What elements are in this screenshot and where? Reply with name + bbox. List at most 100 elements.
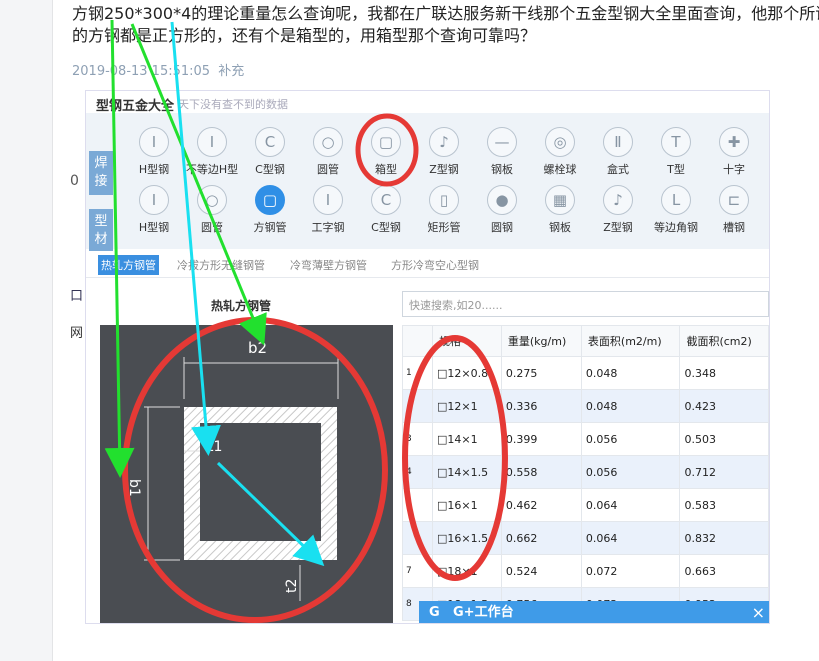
profile-tool-4[interactable]: C C型钢 [356, 185, 416, 235]
weld-tool-label: 十字 [723, 163, 745, 176]
section-diagram: b2 t1 t2 b1 [100, 325, 393, 623]
profile-tool-label: 等边角钢 [654, 221, 698, 234]
table-header-row: 规格 重量(kg/m) 表面积(m2/m) 截面积(cm2) [402, 325, 769, 357]
tab-cold-hollow[interactable]: 方形冷弯空心型钢 [391, 257, 479, 273]
cell-weight: 0.524 [500, 554, 582, 588]
profile-tool-0[interactable]: I H型钢 [124, 185, 184, 235]
profile-tool-7[interactable]: ▦ 钢板 [530, 185, 590, 235]
table-row[interactable]: 3 □14×1 0.399 0.056 0.503 [402, 422, 769, 456]
embedded-screenshot: 型钢五金大全 天下没有查不到的数据 焊接 型材 I H型钢 I 不等边H型 C C型钢 ○ 圆… [85, 90, 770, 624]
shape-icon: Ⅱ [603, 127, 633, 157]
weld-tool-2[interactable]: C C型钢 [240, 127, 300, 177]
supplement-link[interactable]: 补充 [218, 64, 244, 79]
weld-tool-3[interactable]: ○ 圆管 [298, 127, 358, 177]
table-row[interactable]: 5 □16×1 0.462 0.064 0.583 [402, 488, 769, 522]
shape-icon: ● [487, 185, 517, 215]
cell-surface: 0.056 [580, 455, 681, 489]
col-spec[interactable]: 规格 [432, 325, 502, 357]
app-subtitle: 天下没有查不到的数据 [178, 98, 288, 111]
profile-tool-label: H型钢 [138, 221, 170, 234]
cell-surface: 0.048 [580, 356, 681, 390]
profile-tool-8[interactable]: ♪ Z型钢 [588, 185, 648, 235]
category-weld[interactable]: 焊接 [89, 151, 113, 195]
cell-area: 0.712 [679, 455, 769, 489]
profile-tool-1[interactable]: ○ 圆管 [182, 185, 242, 235]
shape-icon: ◎ [545, 127, 575, 157]
profile-tool-2[interactable]: ▢ 方钢管 [240, 185, 300, 235]
weld-tool-10[interactable]: ✚ 十字 [704, 127, 764, 177]
cell-weight: 0.662 [500, 521, 582, 555]
profile-tool-9[interactable]: L 等边角钢 [646, 185, 706, 235]
close-icon[interactable]: × [752, 601, 765, 623]
profile-tool-6[interactable]: ● 圆钢 [472, 185, 532, 235]
profile-tool-label: 钢板 [549, 221, 571, 234]
app-title: 型钢五金大全 [96, 99, 175, 114]
col-area[interactable]: 截面积(cm2) [679, 325, 769, 357]
table-row[interactable]: 7 □18×1 0.524 0.072 0.663 [402, 554, 769, 588]
cell-area: 0.663 [679, 554, 769, 588]
shape-icon: ⊏ [719, 185, 749, 215]
category-profile[interactable]: 型材 [89, 209, 113, 253]
diagram-title: 热轧方钢管 [211, 299, 272, 313]
shape-toolbar: 焊接 型材 I H型钢 I 不等边H型 C C型钢 ○ 圆管 ▢ 箱型 ♪ Z型钢 — 钢板 ◎ 螺栓球 Ⅱ 盒式… [86, 113, 769, 253]
shape-icon: ✚ [719, 127, 749, 157]
weld-tool-7[interactable]: ◎ 螺栓球 [530, 127, 590, 177]
profile-tool-10[interactable]: ⊏ 槽钢 [704, 185, 764, 235]
table-row[interactable]: 1 □12×0.8 0.275 0.048 0.348 [402, 356, 769, 390]
weld-tool-8[interactable]: Ⅱ 盒式 [588, 127, 648, 177]
table-row[interactable]: □12×1 0.336 0.048 0.423 [402, 389, 769, 423]
cell-surface: 0.072 [580, 554, 681, 588]
cell-weight: 0.558 [500, 455, 582, 489]
cell-spec: □14×1.5 [432, 455, 502, 489]
weld-tool-9[interactable]: T T型 [646, 127, 706, 177]
cell-spec: □16×1.5 [432, 521, 502, 555]
tab-hot-rolled[interactable]: 热轧方钢管 [98, 255, 159, 275]
profile-tool-label: Z型钢 [603, 221, 633, 234]
profile-tool-label: 槽钢 [723, 221, 745, 234]
cell-weight: 0.275 [500, 356, 582, 390]
shape-icon: ○ [197, 185, 227, 215]
post-date: 2019-08-13 15:51:05 [72, 64, 211, 79]
profile-tool-label: 圆钢 [491, 221, 513, 234]
shape-icon: ▢ [255, 185, 285, 215]
cell-area: 0.832 [679, 521, 769, 555]
profile-tool-5[interactable]: ▯ 矩形管 [414, 185, 474, 235]
shape-icon: I [139, 127, 169, 157]
side-glyph-2: 网 [70, 326, 84, 341]
cell-surface: 0.064 [580, 521, 681, 555]
left-gutter [0, 0, 53, 661]
section-diagram-svg: b2 t1 t2 b1 [126, 339, 339, 601]
quick-search-input[interactable]: 快速搜索,如20...... [402, 291, 769, 317]
weld-tool-6[interactable]: — 钢板 [472, 127, 532, 177]
cell-weight: 0.336 [500, 389, 582, 423]
shape-icon: T [661, 127, 691, 157]
label-b1: b1 [126, 479, 142, 497]
cell-area: 0.423 [679, 389, 769, 423]
gplus-workbench-bar[interactable]: G G+工作台 × [419, 601, 769, 623]
shape-icon: L [661, 185, 691, 215]
cell-idx [402, 521, 433, 555]
label-t2: t2 [284, 579, 300, 593]
tab-cold-drawn[interactable]: 冷拔方形无缝钢管 [177, 257, 265, 273]
table-row[interactable]: 4 □14×1.5 0.558 0.056 0.712 [402, 455, 769, 489]
profile-tool-3[interactable]: I 工字钢 [298, 185, 358, 235]
cell-spec: □18×1 [432, 554, 502, 588]
cell-spec: □14×1 [432, 422, 502, 456]
profile-tool-label: 工字钢 [311, 221, 345, 234]
weld-tool-5[interactable]: ♪ Z型钢 [414, 127, 474, 177]
weld-tool-4[interactable]: ▢ 箱型 [356, 127, 416, 177]
profile-tool-label: 方钢管 [253, 221, 287, 234]
profile-tool-label: 圆管 [201, 221, 223, 234]
table-row[interactable]: □16×1.5 0.662 0.064 0.832 [402, 521, 769, 555]
shape-icon: I [313, 185, 343, 215]
weld-tool-1[interactable]: I 不等边H型 [182, 127, 242, 177]
shape-icon: ♪ [603, 185, 633, 215]
post-meta: 2019-08-13 15:51:05 补充 [72, 60, 248, 79]
weld-tool-label: Z型钢 [429, 163, 459, 176]
cell-idx: 5 [402, 488, 433, 522]
weld-tool-0[interactable]: I H型钢 [124, 127, 184, 177]
tab-cold-thin[interactable]: 冷弯薄壁方钢管 [290, 257, 367, 273]
side-glyph: 口 [70, 289, 84, 304]
col-surface[interactable]: 表面积(m2/m) [580, 325, 681, 357]
col-weight[interactable]: 重量(kg/m) [500, 325, 582, 357]
